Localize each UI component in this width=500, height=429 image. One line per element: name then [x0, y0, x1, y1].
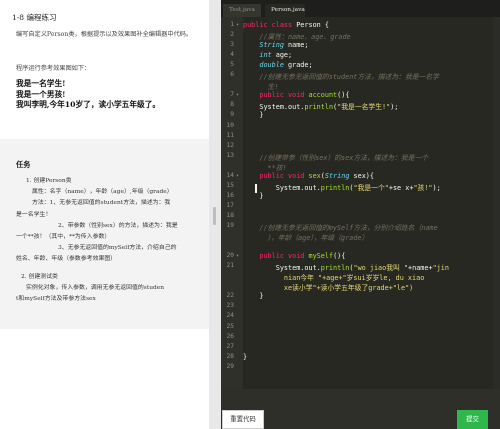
editor-tab-bar: Test.java Person.java	[221, 0, 500, 17]
line-number: 17	[226, 201, 234, 209]
code-line: int age;	[259, 51, 293, 60]
line-number: 1	[230, 21, 234, 28]
line-number: 10	[226, 121, 234, 129]
code-line: **孩!	[243, 163, 287, 172]
resize-handle[interactable]	[213, 207, 216, 225]
text-cursor	[255, 184, 257, 193]
code-line: ），年龄（age），年级（grade）	[243, 234, 369, 243]
line-number: 16	[226, 191, 234, 199]
output-line: 我是一个男孩!	[16, 89, 66, 99]
code-line: //创建带参（性别sex）的sex方法，描述为：我是一个	[259, 153, 429, 162]
task-line: 方法：1、无参无返回值的student方法，描述为：我	[32, 200, 171, 207]
line-number: 3	[230, 41, 234, 49]
line-number: 9	[230, 111, 234, 119]
task-section-lower	[0, 329, 209, 429]
line-number: 8	[230, 101, 234, 109]
fold-arrow-icon[interactable]: ▾	[236, 22, 239, 28]
code-editor[interactable]: Test.java Person.java 1 ▾ public class Per…	[221, 0, 500, 429]
line-number: 6	[230, 71, 234, 79]
task-line: 一个**孩！（其中，**为传入参数）	[16, 234, 111, 241]
code-line: System.out.println("我是一个"+se x+"孩!");	[243, 183, 441, 192]
fold-arrow-icon[interactable]: ▾	[236, 92, 239, 98]
line-number: 11	[226, 131, 234, 139]
exercise-description: 编写自定义Person类，根据提示以及效果图补全编辑器中代码。	[16, 31, 193, 38]
code-line: System.out.println("wo jiao我叫 "+name+"ji…	[243, 264, 449, 273]
line-number: 4	[230, 51, 234, 59]
task-line: 1. 创建Person类	[26, 178, 72, 184]
line-number: 15	[226, 181, 234, 189]
code-line: }	[243, 292, 264, 301]
code-line: //创建无参无返回值的student方法，描述为：我是一名学	[259, 73, 439, 82]
task-line: 属性：名字（name），年龄（age）,年级（grade）	[32, 189, 173, 196]
line-number: 29	[226, 362, 234, 370]
fold-arrow-icon[interactable]: ▾	[236, 253, 239, 259]
expected-output: 我是一名学生! 我是一个男孩! 我叫李明,今年10岁了，读小学五年级了。	[16, 79, 206, 111]
task-body: 1. 创建Person类 属性：名字（name），年龄（age）,年级（grad…	[16, 176, 202, 305]
line-number: 12	[226, 141, 234, 149]
output-line: 我是一名学生!	[16, 79, 66, 88]
line-number: 26	[226, 332, 234, 340]
task-line: t和mySelf方法及带参方法sex	[16, 296, 96, 303]
line-number: 28	[226, 352, 234, 360]
task-line: 是一名学生！	[16, 211, 52, 218]
exercise-section: 1-8 编程练习 编写自定义Person类，根据提示以及效果图补全编辑器中代码。…	[0, 0, 209, 139]
reset-code-button[interactable]: 重置代码	[222, 410, 264, 429]
code-line: //创建无参无返回值的mySelf方法，分别介绍姓名（name	[259, 224, 438, 232]
line-number: 19	[226, 222, 234, 229]
code-line: nian今年 "+age+"岁sui岁岁le, du xiao	[243, 274, 425, 283]
line-number: 5	[230, 61, 234, 69]
line-number: 14	[226, 171, 234, 179]
task-line: 实例化对象，传入参数，调用无参无返回值的studen	[26, 284, 165, 291]
code-line: //属性：name、age、grade	[259, 33, 351, 42]
code-line: public void sex(String sex){	[259, 171, 374, 180]
line-number: 18	[226, 211, 234, 219]
task-line: 姓名、年龄、年级（参数参考效果图）	[16, 256, 117, 263]
code-line: String name;	[259, 41, 309, 50]
tab-test-java[interactable]: Test.java	[223, 4, 261, 17]
editor-scrollbar[interactable]	[493, 17, 500, 389]
reference-label: 程序运行参考效果图如下：	[16, 65, 91, 72]
line-number: 13	[226, 151, 234, 159]
code-line: 生!	[243, 83, 279, 92]
code-line: }	[243, 191, 264, 200]
code-line: public void account(){	[259, 91, 350, 100]
line-number: 27	[226, 342, 234, 350]
exercise-title: 1-8 编程练习	[12, 13, 57, 22]
task-line: 2. 创建测试类	[21, 273, 58, 280]
fold-arrow-icon[interactable]: ▾	[236, 173, 239, 179]
code-line: public class Person {	[243, 21, 329, 29]
line-number: 21	[226, 262, 234, 270]
line-number: 20	[226, 252, 234, 260]
task-line: 3、无参无返回值的mySelf方法，介绍自己的	[58, 245, 177, 252]
tab-person-java[interactable]: Person.java	[265, 4, 305, 17]
line-number: 2	[230, 31, 234, 39]
code-line: double grade;	[259, 61, 313, 70]
code-line: }	[243, 111, 264, 120]
line-number: 7	[230, 91, 234, 99]
code-line: public void mySelf(){	[259, 252, 346, 261]
instructions-panel: 1-8 编程练习 编写自定义Person类，根据提示以及效果图补全编辑器中代码。…	[0, 0, 209, 429]
submit-button[interactable]: 提交	[457, 410, 488, 429]
line-number: 25	[226, 322, 234, 330]
task-heading: 任务	[16, 160, 31, 169]
code-line: }	[243, 352, 248, 361]
line-number: 24	[226, 312, 234, 320]
line-number: 22	[226, 292, 234, 300]
output-line: 我叫李明,今年10岁了，读小学五年级了。	[16, 100, 161, 109]
line-number: 23	[226, 302, 234, 310]
code-line: xe读小学"+读小学五年级了grade+"le")	[243, 284, 414, 293]
code-line: System.out.println("我是一名学生!");	[243, 103, 399, 112]
task-line: 2、带参数（性别sex）的方法，描述为：我是	[58, 222, 178, 229]
